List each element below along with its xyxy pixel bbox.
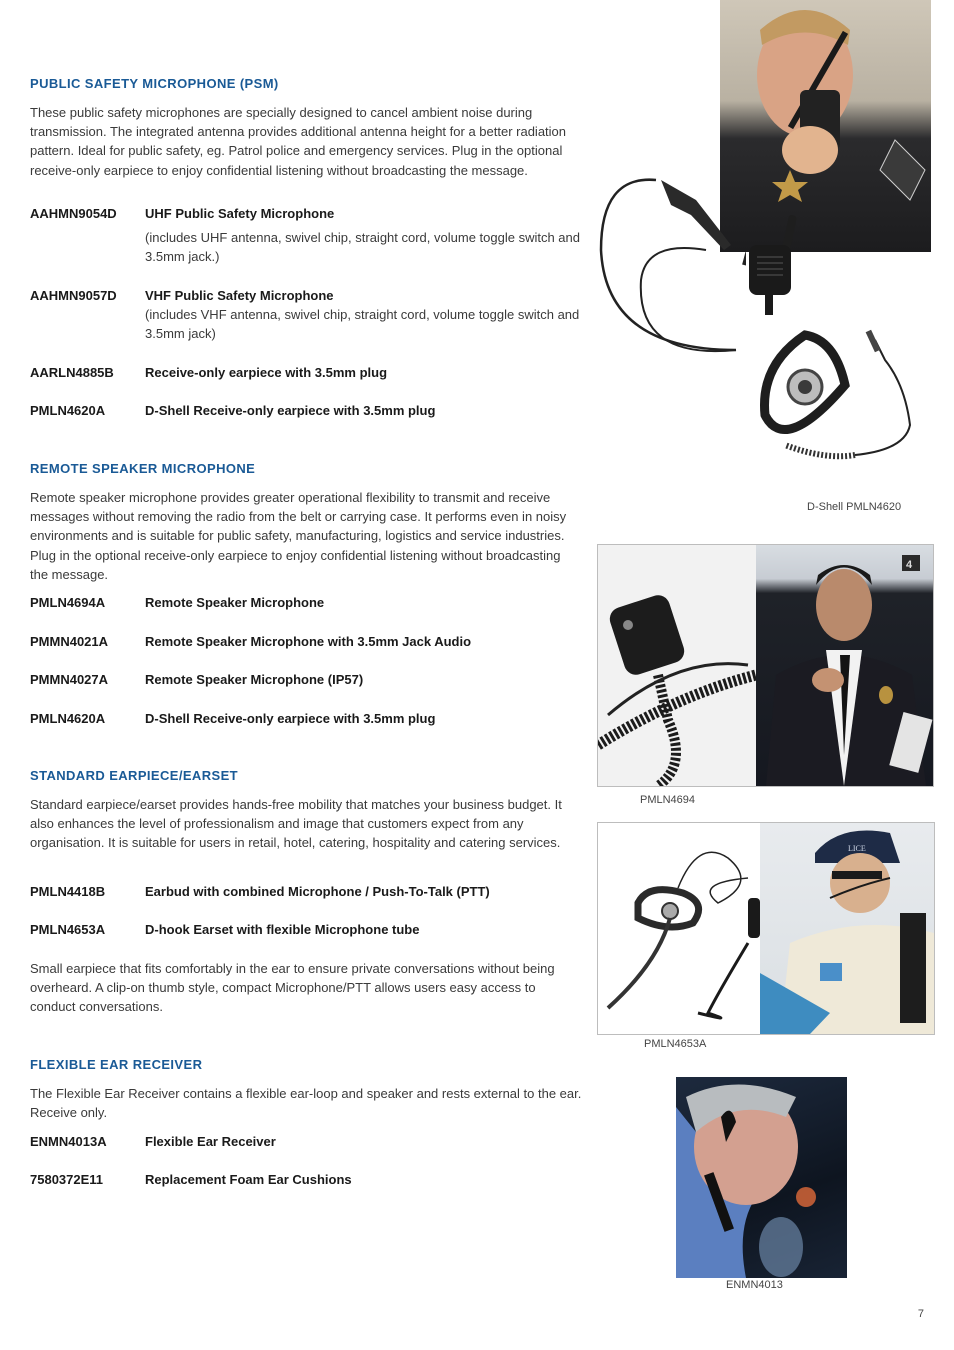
section-heading-psm: PUBLIC SAFETY MICROPHONE (PSM) <box>30 76 279 91</box>
product-name: D-Shell Receive-only earpiece with 3.5mm… <box>145 403 436 418</box>
product-code: AARLN4885B <box>30 365 114 380</box>
product-code: ENMN4013A <box>30 1134 107 1149</box>
photo-ear-receiver <box>676 1077 847 1278</box>
photo-psm-speaker <box>745 215 805 315</box>
psm-speaker-illustration <box>749 215 797 315</box>
product-name: UHF Public Safety Microphone <box>145 206 335 221</box>
svg-text:LICE: LICE <box>848 844 866 853</box>
product-name: Remote Speaker Microphone with 3.5mm Jac… <box>145 634 472 649</box>
earset-guard-illustration: LICE <box>760 830 934 1034</box>
photo-frame-rsm: 4 <box>597 544 934 787</box>
product-code: PMLN4694A <box>30 595 106 610</box>
photo-earset-guard: LICE <box>760 823 934 1034</box>
product-name: Remote Speaker Microphone <box>145 595 325 610</box>
product-code: PMMN4021A <box>30 634 109 649</box>
photo-frame-earset: LICE <box>597 822 935 1035</box>
security-guard-illustration: 4 <box>766 555 933 786</box>
product-code: PMLN4653A <box>30 922 106 937</box>
photo-rsm-product <box>598 545 756 786</box>
svg-text:4: 4 <box>906 559 913 571</box>
section-intro-rsm: Remote speaker microphone provides great… <box>30 490 567 582</box>
product-code: AAHMN9054D <box>30 206 117 221</box>
caption-rsm: PMLN4694 <box>640 794 696 806</box>
section-heading-receiver: FLEXIBLE EAR RECEIVER <box>30 1057 203 1072</box>
product-code: PMLN4620A <box>30 711 106 726</box>
section-heading-earset: STANDARD EARPIECE/EARSET <box>30 768 238 783</box>
rsm-product-illustration <box>598 595 756 786</box>
photo-rsm-security-guard: 4 <box>756 545 933 786</box>
product-name: D-Shell Receive-only earpiece with 3.5mm… <box>145 711 436 726</box>
photo-earset-product <box>598 823 760 1034</box>
ear-receiver-illustration <box>676 1084 816 1278</box>
photo-dshell-earpiece <box>755 325 925 465</box>
section-intro-receiver: The Flexible Ear Receiver contains a fle… <box>30 1086 582 1121</box>
product-name: D-hook Earset with flexible Microphone t… <box>145 922 420 937</box>
caption-earset: PMLN4653A <box>644 1038 707 1050</box>
page-number: 7 <box>917 1308 924 1320</box>
psm-microphone-illustration <box>599 178 746 353</box>
section-heading-rsm: REMOTE SPEAKER MICROPHONE <box>30 461 256 476</box>
product-name: VHF Public Safety Microphone <box>145 288 334 303</box>
product-code: PMMN4027A <box>30 672 109 687</box>
dshell-illustration <box>760 329 912 460</box>
product-code: PMLN4418B <box>30 884 106 899</box>
section-outro-earset: Small earpiece that fits comfortably in … <box>30 961 555 1015</box>
product-name: Earbud with combined Microphone / Push-T… <box>145 884 490 899</box>
caption-dshell: D-Shell PMLN4620 <box>807 501 902 513</box>
product-note: (includes UHF antenna, swivel chip, stra… <box>145 230 580 265</box>
product-name: Remote Speaker Microphone (IP57) <box>145 672 364 687</box>
product-name: Replacement Foam Ear Cushions <box>145 1172 352 1187</box>
product-name: Receive-only earpiece with 3.5mm plug <box>145 365 388 380</box>
section-intro-earset: Standard earpiece/earset provides hands-… <box>30 797 562 851</box>
product-code: AAHMN9057D <box>30 288 117 303</box>
product-code: 7580372E11 <box>30 1172 104 1187</box>
caption-ear-receiver: ENMN4013 <box>726 1279 783 1291</box>
product-name: Flexible Ear Receiver <box>145 1134 276 1149</box>
photo-psm-microphone <box>596 170 746 360</box>
product-note: (includes VHF antenna, swivel chip, stra… <box>145 307 580 342</box>
section-intro-psm: These public safety microphones are spec… <box>30 105 567 178</box>
earset-product-illustration <box>606 851 760 1020</box>
product-code: PMLN4620A <box>30 403 106 418</box>
